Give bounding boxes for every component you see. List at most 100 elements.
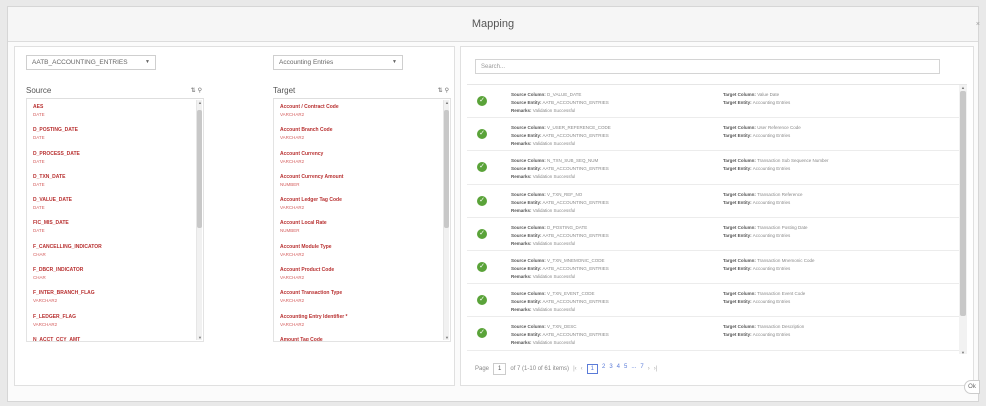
- result-source-column-line: Source Column: V_TXN_MNEMONIC_CODE: [511, 257, 721, 265]
- result-value: User Reference Code: [757, 125, 801, 131]
- source-scrollbar[interactable]: ▲ ▼: [196, 100, 202, 340]
- page-number[interactable]: 1: [586, 364, 598, 374]
- sort-icon[interactable]: ⇅: [191, 88, 198, 94]
- page-number[interactable]: 2: [602, 364, 605, 374]
- result-value: Transaction Posting Date: [757, 224, 808, 230]
- result-target-info: Target Column: Transaction Posting Date T…: [723, 224, 953, 240]
- prev-page-icon[interactable]: ‹: [581, 366, 583, 372]
- scroll-thumb[interactable]: [960, 91, 966, 316]
- result-row[interactable]: ✓Source Column: D_TXN_DATESource Entity:…: [467, 351, 967, 355]
- target-list-item[interactable]: Account Product Code VARCHAR2: [280, 266, 438, 289]
- results-scrollbar[interactable]: ▲ ▼: [959, 85, 967, 354]
- result-source-column-line: Source Column: V_USER_REFERENCE_CODE: [511, 124, 721, 132]
- source-entity-value: AATB_ACCOUNTING_ENTRIES: [32, 59, 128, 66]
- source-list-item[interactable]: AES DATE: [33, 103, 191, 126]
- page-number[interactable]: 5: [624, 364, 627, 374]
- next-page-icon[interactable]: ›: [648, 366, 650, 372]
- result-label: Source Entity:: [511, 100, 542, 105]
- dialog-titlebar: Mapping ×: [8, 7, 980, 42]
- page-input[interactable]: 1: [493, 363, 507, 375]
- scroll-thumb[interactable]: [444, 110, 449, 228]
- target-list-item[interactable]: Account Currency Amount NUMBER: [280, 173, 438, 196]
- source-list-item[interactable]: F_INTER_BRANCH_FLAG VARCHAR2: [33, 289, 191, 312]
- result-target-info: Target Column: Transaction Sub Sequence …: [723, 157, 953, 173]
- scroll-down-icon[interactable]: ▼: [444, 335, 450, 340]
- source-item-type: DATE: [33, 205, 45, 211]
- target-list-item[interactable]: Accounting Entry Identifier * VARCHAR2: [280, 313, 438, 336]
- target-entity-select[interactable]: Accounting Entries ▼: [273, 55, 403, 70]
- target-item-name: Account Module Type: [280, 243, 332, 250]
- target-list-item[interactable]: Account Ledger Tag Code VARCHAR2: [280, 196, 438, 219]
- scroll-down-icon[interactable]: ▼: [959, 350, 967, 354]
- result-source-info: Source Column: N_TXN_SUB_SEQ_NUM Source E…: [511, 157, 721, 181]
- search-input[interactable]: Search...: [475, 59, 940, 74]
- result-label: Target Entity:: [723, 232, 752, 238]
- result-value: Transaction Sub Sequence Number: [757, 158, 829, 164]
- result-value: Accounting Entries: [752, 199, 791, 205]
- result-value: AATB_ACCOUNTING_ENTRIES: [542, 265, 609, 271]
- page-number[interactable]: 3: [609, 364, 612, 374]
- result-target-entity-line: Target Entity: Accounting Entries: [723, 298, 953, 306]
- target-list-item[interactable]: Account Module Type VARCHAR2: [280, 243, 438, 266]
- source-list-item[interactable]: D_POSTING_DATE DATE: [33, 126, 191, 149]
- result-row[interactable]: ✓ Source Column: V_TXN_EVENT_CODE Source E…: [467, 284, 967, 318]
- first-page-icon[interactable]: |‹: [573, 366, 577, 372]
- scroll-up-icon[interactable]: ▲: [959, 85, 967, 90]
- target-list-item[interactable]: Account Transaction Type VARCHAR2: [280, 289, 438, 312]
- result-row[interactable]: ✓ Source Column: N_TXN_SUB_SEQ_NUM Source …: [467, 151, 967, 185]
- source-list-item[interactable]: F_CANCELLING_INDICATOR CHAR: [33, 243, 191, 266]
- scroll-up-icon[interactable]: ▲: [444, 100, 450, 105]
- result-remarks-line: Remarks: Validation Successful: [511, 140, 721, 148]
- result-row[interactable]: ✓ Source Column: V_TXN_REF_NO Source Entit…: [467, 185, 967, 218]
- source-entity-select[interactable]: AATB_ACCOUNTING_ENTRIES ▼: [26, 55, 156, 70]
- result-target-entity-line: Target Entity: Accounting Entries: [723, 331, 953, 339]
- result-label: Source Entity:: [511, 332, 542, 338]
- result-value: Accounting Entries: [752, 232, 791, 238]
- result-row[interactable]: ✓ Source Column: D_VALUE_DATE Source Entit…: [467, 85, 967, 119]
- last-page-icon[interactable]: ›|: [654, 366, 658, 372]
- result-row[interactable]: ✓ Source Column: V_USER_REFERENCE_CODE Sou…: [467, 118, 967, 152]
- sort-icon[interactable]: ⇅: [438, 88, 445, 94]
- source-list-item[interactable]: F_LEDGER_FLAG VARCHAR2: [33, 313, 191, 336]
- target-list-item[interactable]: Amount Tag CodeVARCHAR2: [280, 336, 438, 341]
- target-item-type: NUMBER: [280, 228, 300, 234]
- target-header: Target ⇅⚲: [273, 82, 451, 99]
- target-list-item[interactable]: Account Branch Code VARCHAR2: [280, 126, 438, 149]
- source-item-name: F_DBCR_INDICATOR: [33, 267, 84, 274]
- result-value: V_TXN_EVENT_CODE: [547, 291, 595, 297]
- page-number[interactable]: ...: [631, 364, 636, 374]
- target-list-item[interactable]: Account Currency VARCHAR2: [280, 150, 438, 173]
- result-target-info: Target Column: Transaction Event Code Tar…: [723, 290, 953, 306]
- target-item-name: Account Product Code: [280, 267, 335, 274]
- source-list-item[interactable]: D_PROCESS_DATE DATE: [33, 150, 191, 173]
- target-item-type: VARCHAR2: [280, 205, 305, 211]
- result-row[interactable]: ✓ Source Column: D_POSTING_DATE Source Ent…: [467, 218, 967, 251]
- target-list-item[interactable]: Account / Contract Code VARCHAR2: [280, 103, 438, 126]
- target-item-name: Account Currency Amount: [280, 173, 344, 180]
- source-list: AES DATE D_POSTING_DATE DATE D_PROCESS_DATE D…: [26, 99, 204, 342]
- scroll-down-icon[interactable]: ▼: [197, 335, 203, 340]
- result-source-column-line: Source Column: N_TXN_SUB_SEQ_NUM: [511, 157, 721, 165]
- source-item-type: VARCHAR2: [33, 321, 58, 327]
- target-list-item[interactable]: Account Local Rate NUMBER: [280, 219, 438, 242]
- result-value: Accounting Entries: [752, 299, 791, 305]
- result-row[interactable]: ✓ Source Column: V_TXN_DESC Source Entity:…: [467, 317, 967, 351]
- source-list-item[interactable]: F_DBCR_INDICATOR CHAR: [33, 266, 191, 289]
- source-list-item[interactable]: D_TXN_DATE DATE: [33, 173, 191, 196]
- mapping-results-panel: Search... ✓ Source Column: D_VALUE_DATE So…: [460, 46, 974, 386]
- source-list-item[interactable]: N_ACCT_CCY_AMTNUMBER: [33, 336, 191, 341]
- check-circle-icon: ✓: [477, 261, 487, 272]
- ok-button[interactable]: Ok: [964, 380, 980, 394]
- source-list-item[interactable]: D_VALUE_DATE DATE: [33, 196, 191, 219]
- source-list-item[interactable]: FIC_MIS_DATE DATE: [33, 219, 191, 242]
- search-icon[interactable]: ⚲: [198, 88, 204, 94]
- source-item-name: FIC_MIS_DATE: [33, 220, 69, 227]
- scroll-up-icon[interactable]: ▲: [197, 100, 203, 105]
- target-scrollbar[interactable]: ▲ ▼: [443, 100, 449, 340]
- page-number[interactable]: 7: [640, 364, 643, 374]
- close-icon[interactable]: ×: [976, 21, 980, 28]
- result-row[interactable]: ✓ Source Column: V_TXN_MNEMONIC_CODE Sourc…: [467, 251, 967, 285]
- page-number[interactable]: 4: [617, 364, 620, 374]
- scroll-thumb[interactable]: [197, 110, 202, 228]
- search-icon[interactable]: ⚲: [445, 88, 451, 94]
